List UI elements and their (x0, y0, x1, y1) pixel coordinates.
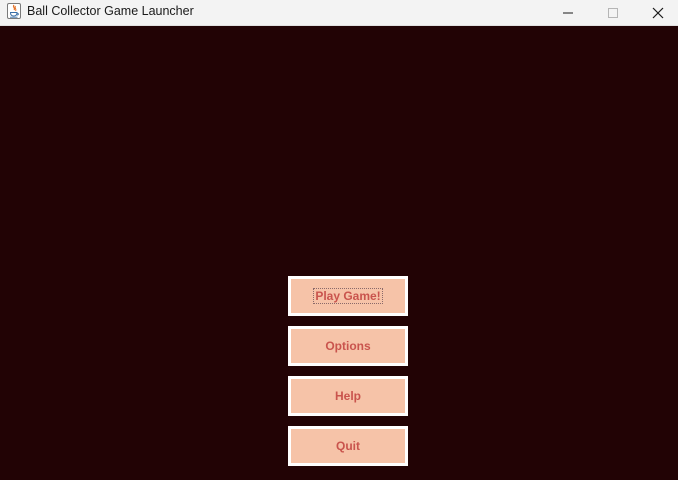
help-label: Help (334, 389, 361, 403)
close-button[interactable] (635, 0, 678, 25)
quit-label: Quit (336, 439, 360, 453)
play-game-label: Play Game! (313, 288, 383, 304)
main-menu: Play Game! Options Help Quit (288, 276, 408, 476)
help-button[interactable]: Help (288, 376, 408, 416)
close-icon (652, 7, 663, 18)
maximize-button[interactable] (590, 0, 635, 25)
maximize-icon (607, 7, 618, 18)
minimize-button[interactable] (545, 0, 590, 25)
quit-button[interactable]: Quit (288, 426, 408, 466)
options-button[interactable]: Options (288, 326, 408, 366)
title-bar[interactable]: Ball Collector Game Launcher (0, 0, 678, 26)
play-game-button[interactable]: Play Game! (288, 276, 408, 316)
game-canvas: Play Game! Options Help Quit (0, 26, 678, 480)
options-label: Options (325, 339, 371, 353)
java-icon (7, 3, 21, 19)
window-title: Ball Collector Game Launcher (27, 4, 194, 18)
launcher-window: Ball Collector Game Launcher Play Game! … (0, 0, 678, 480)
minimize-icon (562, 12, 573, 13)
